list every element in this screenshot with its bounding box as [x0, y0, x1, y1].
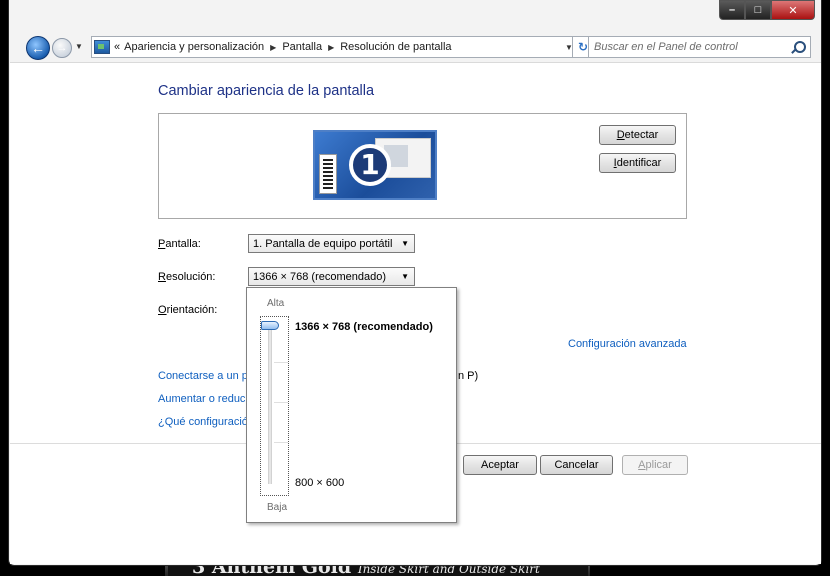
resolution-label: Resolución:	[158, 271, 216, 283]
breadcrumb-display[interactable]: Pantalla	[282, 41, 322, 53]
slider-tick	[274, 402, 288, 403]
breadcrumb-prefix[interactable]: «	[114, 41, 120, 53]
connect-projector-link[interactable]: Conectarse a un p	[158, 370, 248, 382]
slider-low-label: Baja	[267, 502, 288, 513]
maximize-button[interactable]: □	[745, 0, 771, 20]
forward-button[interactable]: →	[52, 38, 72, 58]
which-settings-link[interactable]: ¿Qué configuració	[158, 416, 248, 428]
breadcrumb-separator-icon[interactable]: ▶	[328, 43, 334, 52]
ok-button[interactable]: Aceptar	[463, 455, 537, 475]
search-icon[interactable]	[794, 41, 806, 53]
minimize-button[interactable]: –	[719, 0, 745, 20]
back-button[interactable]: ←	[26, 36, 50, 60]
history-dropdown-icon[interactable]: ▼	[75, 42, 83, 51]
text-size-link[interactable]: Aumentar o reduc	[158, 393, 245, 405]
navigation-bar: ← → ▼ « Apariencia y personalización ▶ P…	[9, 32, 821, 60]
chevron-down-icon: ▼	[401, 239, 409, 248]
slider-min-value: 800 × 600	[295, 477, 345, 489]
orientation-label: Orientación:	[158, 304, 218, 316]
resolution-slider-thumb[interactable]	[261, 321, 279, 330]
search-input[interactable]: Buscar en el Panel de control	[594, 41, 738, 53]
monitor-icon[interactable]: 1	[313, 130, 437, 200]
display-label: Pantalla:	[158, 238, 201, 250]
control-panel-icon	[94, 40, 110, 54]
address-bar[interactable]: « Apariencia y personalización ▶ Pantall…	[91, 36, 578, 58]
slider-tick	[274, 362, 288, 363]
apply-button[interactable]: Aplicar	[622, 455, 688, 475]
slider-max-value: 1366 × 768 (recomendado)	[295, 321, 433, 333]
page-title: Cambiar apariencia de la pantalla	[158, 83, 375, 99]
slider-high-label: Alta	[267, 298, 285, 309]
search-box[interactable]: Buscar en el Panel de control	[588, 36, 811, 58]
resolution-dropdown: Alta 1366 × 768 (recomendado) 800 × 600 …	[246, 287, 457, 523]
close-button[interactable]: ✕	[771, 0, 815, 20]
resolution-slider-rail[interactable]	[268, 324, 272, 484]
chevron-down-icon: ▼	[401, 272, 409, 281]
detect-button[interactable]: Detectar	[599, 125, 676, 145]
breadcrumb-resolution[interactable]: Resolución de pantalla	[340, 41, 451, 53]
connect-projector-link-tail: n P)	[458, 370, 479, 382]
monitor-tower-graphic	[319, 154, 337, 194]
slider-tick	[274, 442, 288, 443]
identify-button[interactable]: Identificar	[599, 153, 676, 173]
resolution-slider-frame	[260, 316, 289, 496]
display-select[interactable]: 1. Pantalla de equipo portátil ▼	[248, 234, 415, 253]
advanced-settings-link[interactable]: Configuración avanzada	[568, 338, 687, 350]
resolution-select[interactable]: 1366 × 768 (recomendado) ▼	[248, 267, 415, 286]
breadcrumb-separator-icon[interactable]: ▶	[270, 43, 276, 52]
monitor-number-badge: 1	[349, 144, 391, 186]
title-bar: – □ ✕	[9, 0, 821, 28]
breadcrumb-appearance[interactable]: Apariencia y personalización	[124, 41, 264, 53]
monitor-preview-box: 1 Detectar Identificar	[158, 113, 687, 219]
cancel-button[interactable]: Cancelar	[540, 455, 613, 475]
